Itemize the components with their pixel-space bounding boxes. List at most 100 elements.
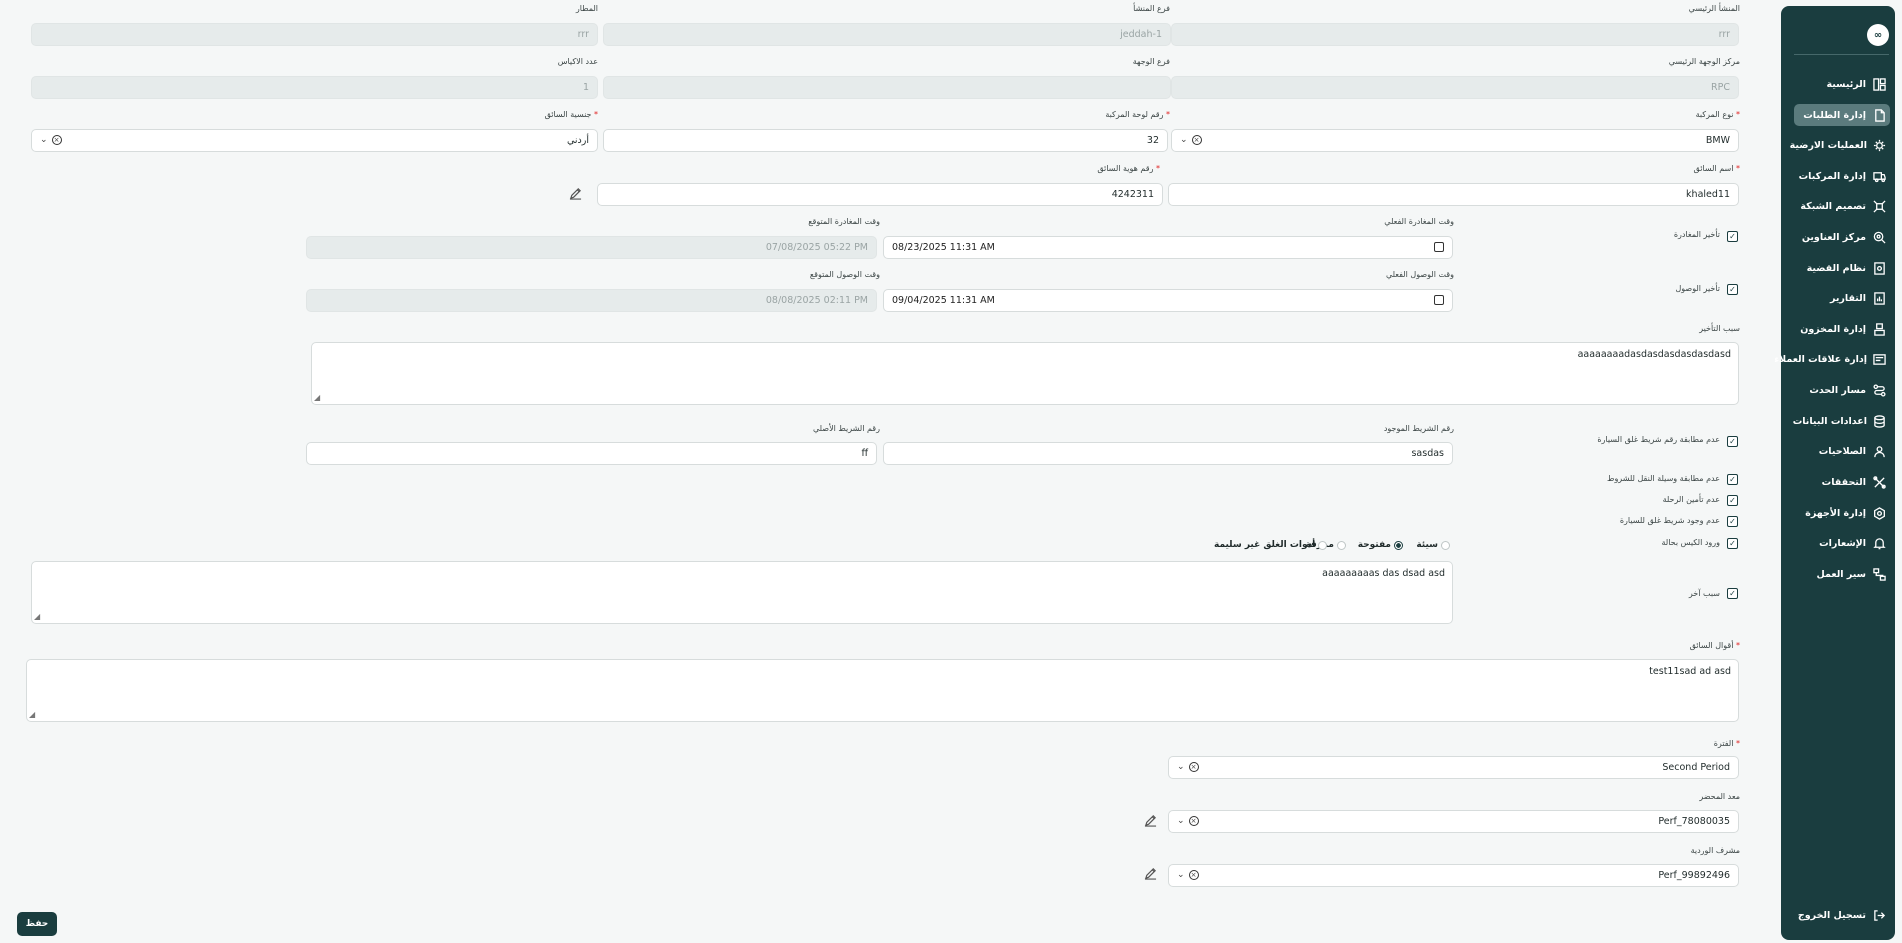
sidebar-item-orders[interactable]: إدارة الطلبات: [1794, 104, 1890, 126]
bag-condition-checkbox[interactable]: ✓: [1727, 538, 1738, 549]
trip-not-secured-checkbox[interactable]: ✓: [1727, 495, 1738, 506]
seal-mismatch-checkbox[interactable]: ✓: [1727, 436, 1738, 447]
calendar-icon[interactable]: [1434, 295, 1444, 305]
sidebar-item-notifications[interactable]: الإشعارات: [1794, 532, 1890, 554]
seal-mismatch-label: عدم مطابقة رقم شريط غلق السيارة: [1597, 435, 1720, 444]
chevron-down-icon[interactable]: ⌄: [1177, 870, 1185, 880]
clear-icon[interactable]: ×: [51, 135, 62, 145]
resize-grip-icon[interactable]: ◢: [314, 393, 320, 402]
dest-center-label: مركز الوجهة الرئيسي: [1668, 57, 1740, 66]
sidebar-item-workflow[interactable]: سير العمل: [1794, 563, 1890, 585]
sidebar-item-reports[interactable]: التقارير: [1794, 287, 1890, 309]
airport-field[interactable]: rrr: [31, 23, 598, 46]
case-icon: [1872, 261, 1886, 275]
vehicle-type-select[interactable]: BMW ⌄ ×: [1171, 129, 1739, 152]
sidebar-item-network[interactable]: تصميم الشبكة: [1794, 195, 1890, 217]
pencil-icon: [1144, 867, 1156, 880]
dest-branch-field[interactable]: [603, 76, 1171, 99]
driver-id-input[interactable]: 4242311: [597, 183, 1163, 206]
sidebar-item-label: التحققات: [1821, 476, 1866, 488]
expected-departure-field[interactable]: 07/08/2025 05:22 PM: [306, 236, 877, 259]
bags-count-field[interactable]: 1: [31, 76, 598, 99]
clear-icon[interactable]: ×: [1191, 135, 1202, 145]
existing-seal-input[interactable]: sasdas: [883, 442, 1453, 465]
origin-main-field[interactable]: rrr: [1171, 23, 1739, 46]
sidebar-item-permissions[interactable]: الصلاحيات: [1794, 440, 1890, 462]
actual-departure-label: وقت المغادرة الفعلي: [1384, 217, 1454, 226]
bag-notes-textarea[interactable]: aaaaaaaaas das dsad asd ◢: [31, 561, 1453, 624]
chevron-down-icon[interactable]: ⌄: [1177, 762, 1185, 772]
sidebar-item-label: الرئيسية: [1826, 78, 1866, 90]
driver-name-input[interactable]: khaled11: [1168, 183, 1739, 206]
chevron-down-icon[interactable]: ⌄: [1180, 135, 1188, 145]
original-seal-input[interactable]: ff: [306, 442, 877, 465]
edit-shift-supervisor-button[interactable]: [1140, 865, 1160, 881]
no-seal-checkbox[interactable]: ✓: [1727, 516, 1738, 527]
plate-number-input[interactable]: 32: [603, 129, 1168, 152]
original-seal-label: رقم الشريط الأصلي: [812, 424, 880, 433]
no-seal-label: عدم وجود شريط غلق للسيارة: [1619, 516, 1720, 525]
resize-grip-icon[interactable]: ◢: [29, 710, 35, 719]
sidebar-item-devices[interactable]: إدارة الأجهزة: [1794, 502, 1890, 524]
period-select[interactable]: Second Period ⌄ ×: [1168, 756, 1739, 779]
edit-driver-button[interactable]: [565, 185, 585, 201]
driver-statement-textarea[interactable]: test11sad ad asd ◢: [26, 659, 1739, 722]
logout-label: تسجيل الخروج: [1797, 909, 1866, 921]
logout-button[interactable]: تسجيل الخروج: [1794, 904, 1890, 926]
save-button[interactable]: حفظ: [17, 912, 57, 936]
edit-report-author-button[interactable]: [1140, 812, 1160, 828]
pencil-icon: [569, 187, 581, 200]
sidebar-item-inventory[interactable]: إدارة المخزون: [1794, 318, 1890, 340]
chevron-down-icon[interactable]: ⌄: [1177, 816, 1185, 826]
transport-mismatch-checkbox[interactable]: ✓: [1727, 474, 1738, 485]
other-reason-checkbox[interactable]: ✓: [1727, 588, 1738, 599]
radio-open[interactable]: مفتوحة: [1358, 540, 1403, 550]
sidebar-item-data-settings[interactable]: اعدادات البيانات: [1792, 410, 1890, 432]
clear-icon[interactable]: ×: [1188, 870, 1199, 880]
report-author-select[interactable]: Perf_78080035 ⌄ ×: [1168, 810, 1739, 833]
expected-arrival-field[interactable]: 08/08/2025 02:11 PM: [306, 289, 877, 312]
period-value: Second Period: [1662, 762, 1730, 773]
resize-grip-icon[interactable]: ◢: [34, 612, 40, 621]
report-author-value: Perf_78080035: [1658, 816, 1730, 827]
sidebar-item-cases[interactable]: نظام القضية: [1794, 257, 1890, 279]
dest-branch-label: فرع الوجهة: [1132, 57, 1170, 66]
truck-icon: [1872, 169, 1886, 183]
tools-icon: [1872, 475, 1886, 489]
actual-arrival-value: 09/04/2025 11:31 AM: [892, 295, 995, 306]
actual-arrival-input[interactable]: 09/04/2025 11:31 AM: [883, 289, 1453, 312]
departure-delay-checkbox[interactable]: ✓: [1727, 231, 1738, 242]
delay-reason-textarea[interactable]: aaaaaaaadasdasdasdasdasdasd ◢: [311, 342, 1739, 405]
sidebar-item-ground-ops[interactable]: العمليات الارضية: [1790, 134, 1890, 156]
sidebar-item-addresses[interactable]: مركز العناوين: [1794, 226, 1890, 248]
radio-broken-seal[interactable]: أدوات الغلق غير سليمة: [1214, 540, 1328, 550]
delay-reason-value: aaaaaaaadasdasdasdasdasdasd: [1577, 349, 1731, 360]
expected-departure-label: وقت المغادرة المتوقع: [808, 217, 880, 226]
radio-label: سيئة: [1416, 540, 1438, 550]
sidebar-item-crm[interactable]: إدارة علاقات العملاء: [1774, 348, 1890, 370]
sidebar: ∞ الرئيسية إدارة الطلبات العمليات الارضي…: [1774, 6, 1895, 940]
actual-departure-input[interactable]: 08/23/2025 11:31 AM: [883, 236, 1453, 259]
driver-nationality-select[interactable]: أردني ⌄ ×: [31, 129, 598, 152]
sidebar-item-label: إدارة المخزون: [1800, 323, 1866, 335]
sidebar-item-verifications[interactable]: التحققات: [1794, 471, 1890, 493]
calendar-icon[interactable]: [1434, 242, 1444, 252]
origin-branch-field[interactable]: jeddah-1: [603, 23, 1171, 46]
arrival-delay-label: تأخير الوصول: [1675, 284, 1720, 293]
clear-icon[interactable]: ×: [1188, 816, 1199, 826]
dest-center-field[interactable]: RPC: [1171, 76, 1739, 99]
sidebar-item-home[interactable]: الرئيسية: [1794, 73, 1890, 95]
radio-dot: [1441, 540, 1450, 550]
workflow-icon: [1872, 567, 1886, 581]
arrival-delay-checkbox[interactable]: ✓: [1727, 284, 1738, 295]
shift-supervisor-select[interactable]: Perf_99892496 ⌄ ×: [1168, 864, 1739, 887]
sidebar-item-event-route[interactable]: مسار الحدث: [1794, 379, 1890, 401]
transport-mismatch-label: عدم مطابقة وسيلة النقل للشروط: [1607, 474, 1720, 483]
chevron-down-icon[interactable]: ⌄: [40, 135, 48, 145]
plate-number-label: * رقم لوحة المركبة: [1105, 110, 1170, 119]
sidebar-item-vehicles[interactable]: إدارة المركبات: [1794, 165, 1890, 187]
clear-icon[interactable]: ×: [1188, 762, 1199, 772]
logo-icon[interactable]: ∞: [1867, 24, 1889, 46]
radio-bad[interactable]: سيئة: [1416, 540, 1450, 550]
sidebar-item-label: اعدادات البيانات: [1792, 415, 1867, 427]
